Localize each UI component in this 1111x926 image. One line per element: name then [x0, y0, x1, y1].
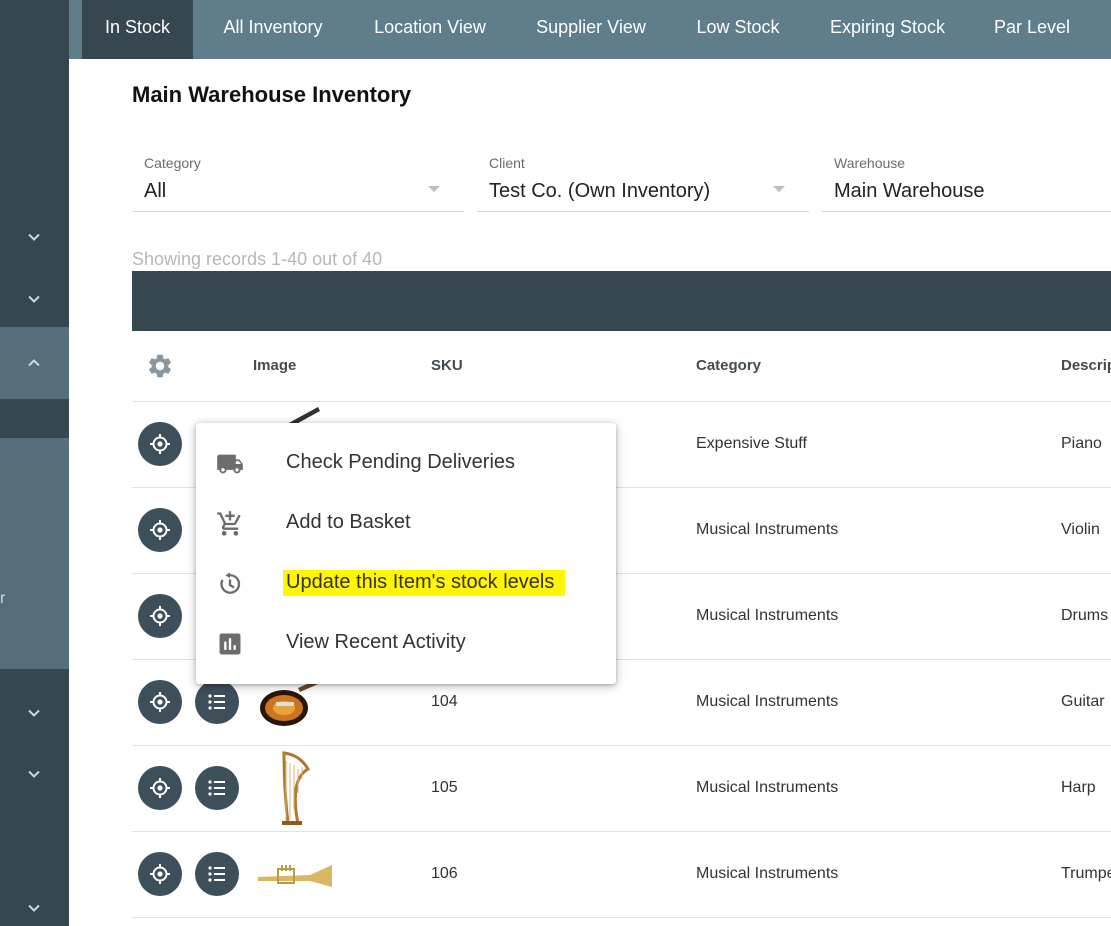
harp-image: [254, 749, 334, 829]
tab-all-inventory[interactable]: All Inventory: [210, 0, 336, 59]
chevron-down-icon[interactable]: [24, 764, 44, 784]
category-cell: Musical Instruments: [696, 779, 839, 796]
locate-button[interactable]: [138, 594, 182, 638]
history-icon: [216, 570, 244, 598]
menu-item-view-recent-activity[interactable]: View Recent Activity: [196, 613, 616, 673]
sku-cell: 105: [431, 779, 458, 796]
description-cell: Trumpe: [1061, 865, 1111, 882]
table-toolbar: [132, 271, 1111, 331]
gps-target-icon: [150, 434, 170, 454]
description-cell: Violin: [1061, 521, 1100, 538]
category-value: All: [144, 180, 167, 202]
column-header-description[interactable]: Descrip: [1061, 357, 1111, 374]
warehouse-label: Warehouse: [834, 155, 906, 171]
tab-supplier-view[interactable]: Supplier View: [522, 0, 660, 59]
truck-icon: [216, 450, 244, 478]
column-header-category[interactable]: Category: [696, 357, 761, 374]
description-cell: Harp: [1061, 779, 1096, 796]
gps-target-icon: [150, 520, 170, 540]
page-title: Main Warehouse Inventory: [132, 82, 412, 107]
category-cell: Musical Instruments: [696, 607, 839, 624]
menu-item-check-pending-deliveries[interactable]: Check Pending Deliveries: [196, 433, 616, 493]
gps-target-icon: [150, 606, 170, 626]
sidebar-submenu-label: r: [0, 590, 6, 607]
tab-low-stock[interactable]: Low Stock: [683, 0, 793, 59]
chevron-down-icon[interactable]: [24, 898, 44, 918]
list-icon: [208, 780, 225, 796]
category-cell: Musical Instruments: [696, 693, 839, 710]
chevron-up-icon: [24, 353, 44, 373]
chevron-down-icon[interactable]: [24, 703, 44, 723]
category-cell: Expensive Stuff: [696, 435, 807, 452]
column-header-image[interactable]: Image: [253, 357, 296, 374]
row-divider: [132, 401, 1111, 402]
highlighted-text: Update this Item's stock levels: [283, 570, 566, 596]
sku-cell: 104: [431, 693, 458, 710]
dropdown-caret-icon: [428, 186, 440, 192]
gps-target-icon: [150, 864, 170, 884]
client-label: Client: [489, 155, 525, 171]
row-menu-button[interactable]: [195, 766, 239, 810]
gps-target-icon: [150, 778, 170, 798]
row-divider: [132, 831, 1111, 832]
row-divider: [132, 917, 1111, 918]
dropdown-caret-icon: [773, 186, 785, 192]
locate-button[interactable]: [138, 508, 182, 552]
gps-target-icon: [150, 692, 170, 712]
sidebar: r: [0, 0, 69, 926]
row-divider: [132, 745, 1111, 746]
list-icon: [208, 694, 225, 710]
column-header-sku[interactable]: SKU: [431, 357, 463, 374]
client-value: Test Co. (Own Inventory): [489, 180, 711, 202]
sidebar-submenu[interactable]: r: [0, 438, 69, 669]
tab-expiring-stock[interactable]: Expiring Stock: [815, 0, 960, 59]
menu-item-update-stock-levels[interactable]: Update this Item's stock levels: [196, 553, 616, 613]
list-icon: [208, 866, 225, 882]
client-select[interactable]: Client Test Co. (Own Inventory): [477, 150, 809, 212]
menu-item-add-to-basket[interactable]: Add to Basket: [196, 493, 616, 553]
sku-cell: 106: [431, 865, 458, 882]
bar-chart-icon: [216, 630, 244, 658]
tab-location-view[interactable]: Location View: [358, 0, 502, 59]
menu-item-label: Update this Item's stock levels: [283, 570, 566, 596]
menu-item-label: Check Pending Deliveries: [286, 451, 516, 473]
gear-icon[interactable]: [146, 352, 174, 380]
chevron-down-icon[interactable]: [24, 289, 44, 309]
category-select[interactable]: Category All: [132, 150, 464, 212]
locate-button[interactable]: [138, 852, 182, 896]
tab-par-level[interactable]: Par Level: [982, 0, 1082, 59]
sidebar-divider: [0, 399, 69, 438]
menu-item-label: View Recent Activity: [286, 631, 466, 653]
category-cell: Musical Instruments: [696, 865, 839, 882]
description-cell: Guitar: [1061, 693, 1105, 710]
category-label: Category: [144, 155, 201, 171]
category-cell: Musical Instruments: [696, 521, 839, 538]
sidebar-active-item[interactable]: [0, 327, 69, 399]
chevron-down-icon[interactable]: [24, 227, 44, 247]
row-action-menu: Check Pending Deliveries Add to Basket U…: [196, 423, 616, 684]
description-cell: Drums: [1061, 607, 1109, 624]
records-count: Showing records 1-40 out of 40: [132, 249, 383, 269]
description-cell: Piano: [1061, 435, 1102, 452]
locate-button[interactable]: [138, 680, 182, 724]
tab-in-stock[interactable]: In Stock: [82, 0, 193, 59]
warehouse-select[interactable]: Warehouse Main Warehouse: [822, 150, 1111, 212]
trumpet-image: [254, 835, 334, 915]
locate-button[interactable]: [138, 422, 182, 466]
add-to-cart-icon: [216, 510, 244, 538]
row-menu-button[interactable]: [195, 852, 239, 896]
app-root: r In Stock All Inventory Location View S…: [0, 0, 1111, 926]
menu-item-label: Add to Basket: [286, 511, 411, 533]
locate-button[interactable]: [138, 766, 182, 810]
warehouse-value: Main Warehouse: [834, 180, 985, 202]
row-menu-button[interactable]: [195, 680, 239, 724]
